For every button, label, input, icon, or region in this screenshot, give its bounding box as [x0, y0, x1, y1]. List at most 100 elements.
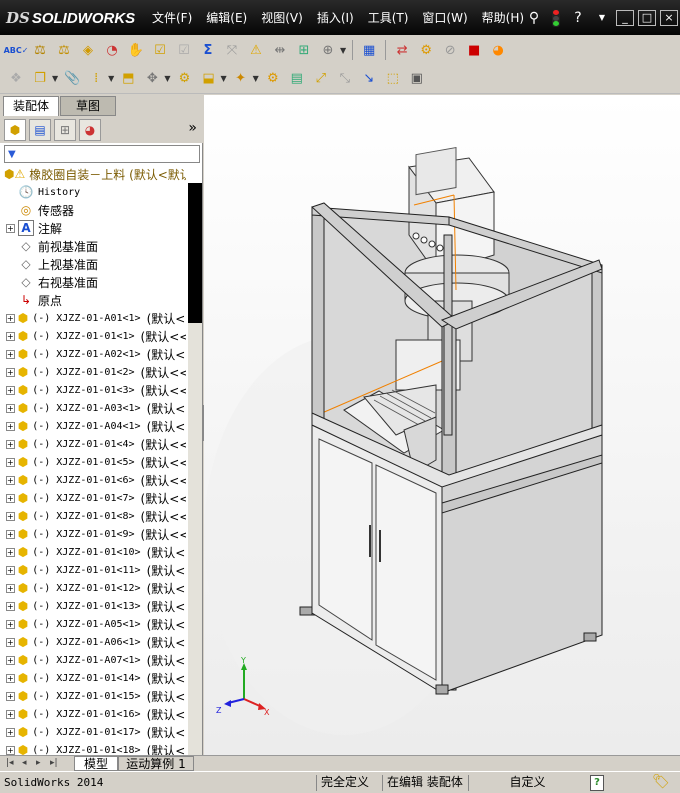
tree-item-component[interactable]: +⬢(-) XJZZ-01-01<5> (默认<<默: [0, 453, 186, 471]
last-tab-icon[interactable]: ▸|: [50, 758, 58, 768]
expand-icon[interactable]: +: [6, 637, 15, 647]
expand-icon[interactable]: +: [6, 493, 15, 503]
new-part-icon[interactable]: ❐: [29, 67, 51, 89]
tab-assembly[interactable]: 装配体: [3, 96, 59, 116]
chevron-down-icon[interactable]: ▼: [52, 74, 58, 83]
tree-item-right-plane[interactable]: ◇ 右视基准面: [0, 273, 186, 291]
tree-item-annotations[interactable]: + A 注解: [0, 219, 186, 237]
chevron-down-icon[interactable]: ▼: [253, 74, 259, 83]
expand-icon[interactable]: +: [6, 709, 15, 719]
tree-item-component[interactable]: +⬢(-) XJZZ-01-01<3> (默认<<默: [0, 381, 186, 399]
geometry-analysis-icon[interactable]: ⚙: [415, 39, 437, 61]
tree-filter[interactable]: ▼: [4, 145, 200, 163]
move-component-icon[interactable]: ✥: [141, 67, 163, 89]
menu-window[interactable]: 窗口(W): [415, 7, 474, 29]
menu-file[interactable]: 文件(F): [145, 7, 199, 29]
sum-icon[interactable]: Σ: [197, 39, 219, 61]
pin-icon[interactable]: ⚲: [524, 8, 544, 28]
tree-item-component[interactable]: +⬢(-) XJZZ-01-01<12> (默认<<默: [0, 579, 186, 597]
tree-item-component[interactable]: +⬢(-) XJZZ-01-01<8> (默认<<默: [0, 507, 186, 525]
tree-item-component[interactable]: +⬢(-) XJZZ-01-01<15> (默认<<默: [0, 687, 186, 705]
expand-icon[interactable]: +: [6, 691, 15, 701]
symmetry-icon[interactable]: ⇄: [391, 39, 413, 61]
next-tab-icon[interactable]: ▸: [36, 758, 41, 768]
mass-properties-icon[interactable]: ⚖: [53, 39, 75, 61]
maximize-button[interactable]: □: [638, 9, 656, 26]
tree-item-component[interactable]: +⬢(-) XJZZ-01-01<16> (默认<<默: [0, 705, 186, 723]
rebuild-traffic-light-icon[interactable]: [552, 8, 560, 27]
expand-icon[interactable]: +: [6, 223, 15, 233]
expand-icon[interactable]: +: [6, 547, 15, 557]
expand-icon[interactable]: +: [6, 673, 15, 683]
expand-icon[interactable]: +: [6, 655, 15, 665]
update-speedpak-icon[interactable]: ⬚: [382, 67, 404, 89]
tree-scrollbar-thumb[interactable]: [188, 183, 202, 323]
tree-item-component[interactable]: +⬢(-) XJZZ-01-01<1> (默认<<默: [0, 327, 186, 345]
draft-analysis-icon[interactable]: ⊘: [439, 39, 461, 61]
insert-component-icon[interactable]: ❖: [5, 67, 27, 89]
compare-icon[interactable]: ⊕: [317, 39, 339, 61]
expand-icon[interactable]: +: [6, 565, 15, 575]
tree-item-component[interactable]: +⬢(-) XJZZ-01-01<9> (默认<<默: [0, 525, 186, 543]
expand-icon[interactable]: +: [6, 421, 15, 431]
section-properties-icon[interactable]: ◈: [77, 39, 99, 61]
minimize-button[interactable]: _: [616, 9, 634, 26]
menu-view[interactable]: 视图(V): [254, 7, 310, 29]
graphics-area[interactable]: ◫ ◫ ❐ × ⌕ ⌕ ↶ ▥ ⬚ ▼ ◧ ▼ 👓 ▼ ◕ ◉ ▼ ▭ ▼ ⌂ …: [204, 95, 680, 755]
expand-icon[interactable]: +: [6, 619, 15, 629]
expand-icon[interactable]: +: [6, 403, 15, 413]
tree-item-component[interactable]: +⬢(-) XJZZ-01-01<6> (默认<<默: [0, 471, 186, 489]
tree-item-component[interactable]: +⬢(-) XJZZ-01-01<7> (默认<<默: [0, 489, 186, 507]
lock-icon[interactable]: ✋: [125, 39, 147, 61]
tab-motion-study[interactable]: 运动算例 1: [118, 756, 194, 771]
expand-icon[interactable]: +: [6, 601, 15, 611]
menu-insert[interactable]: 插入(I): [310, 7, 361, 29]
checklist-icon[interactable]: ☑: [149, 39, 171, 61]
check-disabled-icon[interactable]: ☑: [173, 39, 195, 61]
tree-item-component[interactable]: +⬢(-) XJZZ-01-01<4> (默认<<默: [0, 435, 186, 453]
tree-item-origin[interactable]: ↳ 原点: [0, 291, 186, 309]
tree-item-component[interactable]: +⬢(-) XJZZ-01-01<18> (默认<<默: [0, 741, 186, 755]
tree-item-top-plane[interactable]: ◇ 上视基准面: [0, 255, 186, 273]
design-checker-icon[interactable]: ▦: [358, 39, 380, 61]
configuration-manager-tab-icon[interactable]: ⊞: [54, 119, 76, 141]
appearance-icon[interactable]: ◕: [487, 39, 509, 61]
measure-icon[interactable]: ⚖: [29, 39, 51, 61]
expand-icon[interactable]: +: [6, 367, 15, 377]
menu-edit[interactable]: 编辑(E): [199, 7, 254, 29]
linear-pattern-icon[interactable]: ⁞: [85, 67, 107, 89]
chevron-down-icon[interactable]: ▼: [108, 74, 114, 83]
instant3d-icon[interactable]: ↘: [358, 67, 380, 89]
status-units[interactable]: 自定义: [468, 775, 582, 791]
tree-item-component[interactable]: +⬢(-) XJZZ-01-A05<1> (默认<<默: [0, 615, 186, 633]
expand-icon[interactable]: +: [6, 457, 15, 467]
smart-fasteners-icon[interactable]: ⬒: [117, 67, 139, 89]
tree-item-history[interactable]: 🕓 History: [0, 183, 186, 201]
show-hidden-icon[interactable]: ⚙: [173, 67, 195, 89]
expand-icon[interactable]: +: [6, 529, 15, 539]
new-motion-study-icon[interactable]: ⚙: [262, 67, 284, 89]
expand-icon[interactable]: +: [6, 439, 15, 449]
tree-item-component[interactable]: +⬢(-) XJZZ-01-A04<1> (默认<<默: [0, 417, 186, 435]
solidworks-logo[interactable]: DS SOLIDWORKS: [6, 6, 135, 30]
tree-item-component[interactable]: +⬢(-) XJZZ-01-A02<1> (默认<<默: [0, 345, 186, 363]
color-icon[interactable]: ■: [463, 39, 485, 61]
expand-icon[interactable]: +: [6, 745, 15, 755]
warning-icon[interactable]: ⚠: [245, 39, 267, 61]
first-tab-icon[interactable]: |◂: [6, 758, 14, 768]
chevron-down-icon[interactable]: ▼: [340, 46, 346, 55]
display-manager-tab-icon[interactable]: ◕: [79, 119, 101, 141]
expand-icon[interactable]: +: [6, 583, 15, 593]
tree-item-component[interactable]: +⬢(-) XJZZ-01-01<11> (默认<<默: [0, 561, 186, 579]
reference-geometry-icon[interactable]: ✦: [230, 67, 252, 89]
feature-manager-tab-icon[interactable]: ⬢: [4, 119, 26, 141]
previous-tab-icon[interactable]: ◂: [22, 758, 27, 768]
exploded-view-icon[interactable]: ⤢: [310, 67, 332, 89]
statistics-icon[interactable]: ◔: [101, 39, 123, 61]
tree-item-component[interactable]: +⬢(-) XJZZ-01-A07<1> (默认<<默: [0, 651, 186, 669]
tab-model[interactable]: 模型: [74, 756, 118, 771]
help-icon[interactable]: ?: [568, 8, 588, 28]
filter-icon[interactable]: ▼: [5, 149, 16, 160]
clearance-icon[interactable]: ⇹: [269, 39, 291, 61]
tree-item-component[interactable]: +⬢(-) XJZZ-01-A03<1> (默认<<默: [0, 399, 186, 417]
